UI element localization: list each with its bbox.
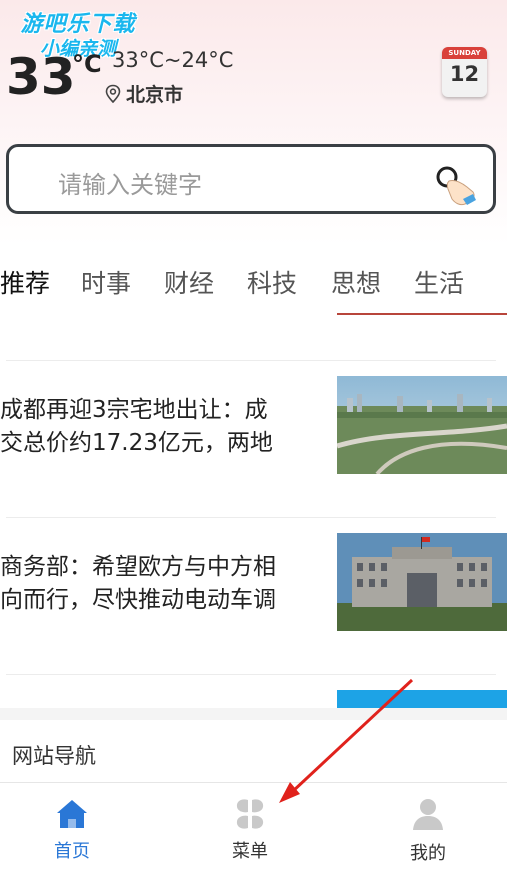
nav-home[interactable]: 首页 xyxy=(12,783,132,880)
site-navigation-title: 网站导航 xyxy=(12,744,96,768)
site-navigation-section[interactable]: 网站导航 xyxy=(0,708,507,782)
category-tabs: 推荐 时事 财经 科技 思想 生活 xyxy=(0,250,507,318)
nav-menu[interactable]: 菜单 xyxy=(190,783,310,880)
city-name: 北京市 xyxy=(126,84,184,106)
nav-menu-label: 菜单 xyxy=(232,841,268,862)
tab-thought[interactable]: 思想 xyxy=(331,264,381,300)
search-icon[interactable] xyxy=(427,159,479,209)
calendar-weekday: SUNDAY xyxy=(442,47,487,59)
divider xyxy=(6,360,496,361)
temperature-range: 33°C~24°C xyxy=(112,48,234,72)
location[interactable]: 北京市 xyxy=(104,80,183,107)
news-thumbnail-partial xyxy=(337,690,507,708)
current-temperature: 33 xyxy=(6,48,76,106)
temperature-unit: °C xyxy=(72,50,102,78)
news-title-line: 商务部：希望欧方与中方相 xyxy=(0,554,276,580)
search-placeholder: 请输入关键字 xyxy=(58,171,202,199)
bottom-navigation-bar: 首页 菜单 我的 xyxy=(0,782,507,880)
tab-finance[interactable]: 财经 xyxy=(164,264,214,300)
location-pin-icon xyxy=(105,84,121,103)
search-box[interactable]: 请输入关键字 xyxy=(6,144,496,214)
tab-current-affairs[interactable]: 时事 xyxy=(81,264,131,300)
divider xyxy=(6,674,496,675)
news-thumbnail-building xyxy=(337,533,507,631)
menu-grid-icon xyxy=(236,799,264,829)
home-icon xyxy=(57,800,87,828)
watermark-text-1: 游吧乐下载 xyxy=(20,12,136,37)
tab-indicator xyxy=(337,313,507,315)
tab-recommend[interactable]: 推荐 xyxy=(0,264,50,300)
nav-profile-label: 我的 xyxy=(410,843,446,864)
news-title-line: 成都再迎3宗宅地出让：成 xyxy=(0,397,268,423)
calendar-icon[interactable]: SUNDAY 12 xyxy=(442,47,487,97)
tab-life[interactable]: 生活 xyxy=(414,264,464,300)
nav-home-label: 首页 xyxy=(54,841,90,862)
news-title-line: 交总价约17.23亿元，两地 xyxy=(0,430,273,456)
news-thumbnail-city xyxy=(337,376,507,474)
news-title-line: 向而行，尽快推动电动车调 xyxy=(0,587,276,613)
calendar-day: 12 xyxy=(449,62,480,86)
header: 游吧乐下载 小编亲测 33 °C 33°C~24°C 北京市 SUNDAY 12… xyxy=(0,0,507,245)
nav-profile[interactable]: 我的 xyxy=(368,783,488,880)
tab-technology[interactable]: 科技 xyxy=(247,264,297,300)
user-icon xyxy=(413,799,443,830)
divider xyxy=(6,517,496,518)
